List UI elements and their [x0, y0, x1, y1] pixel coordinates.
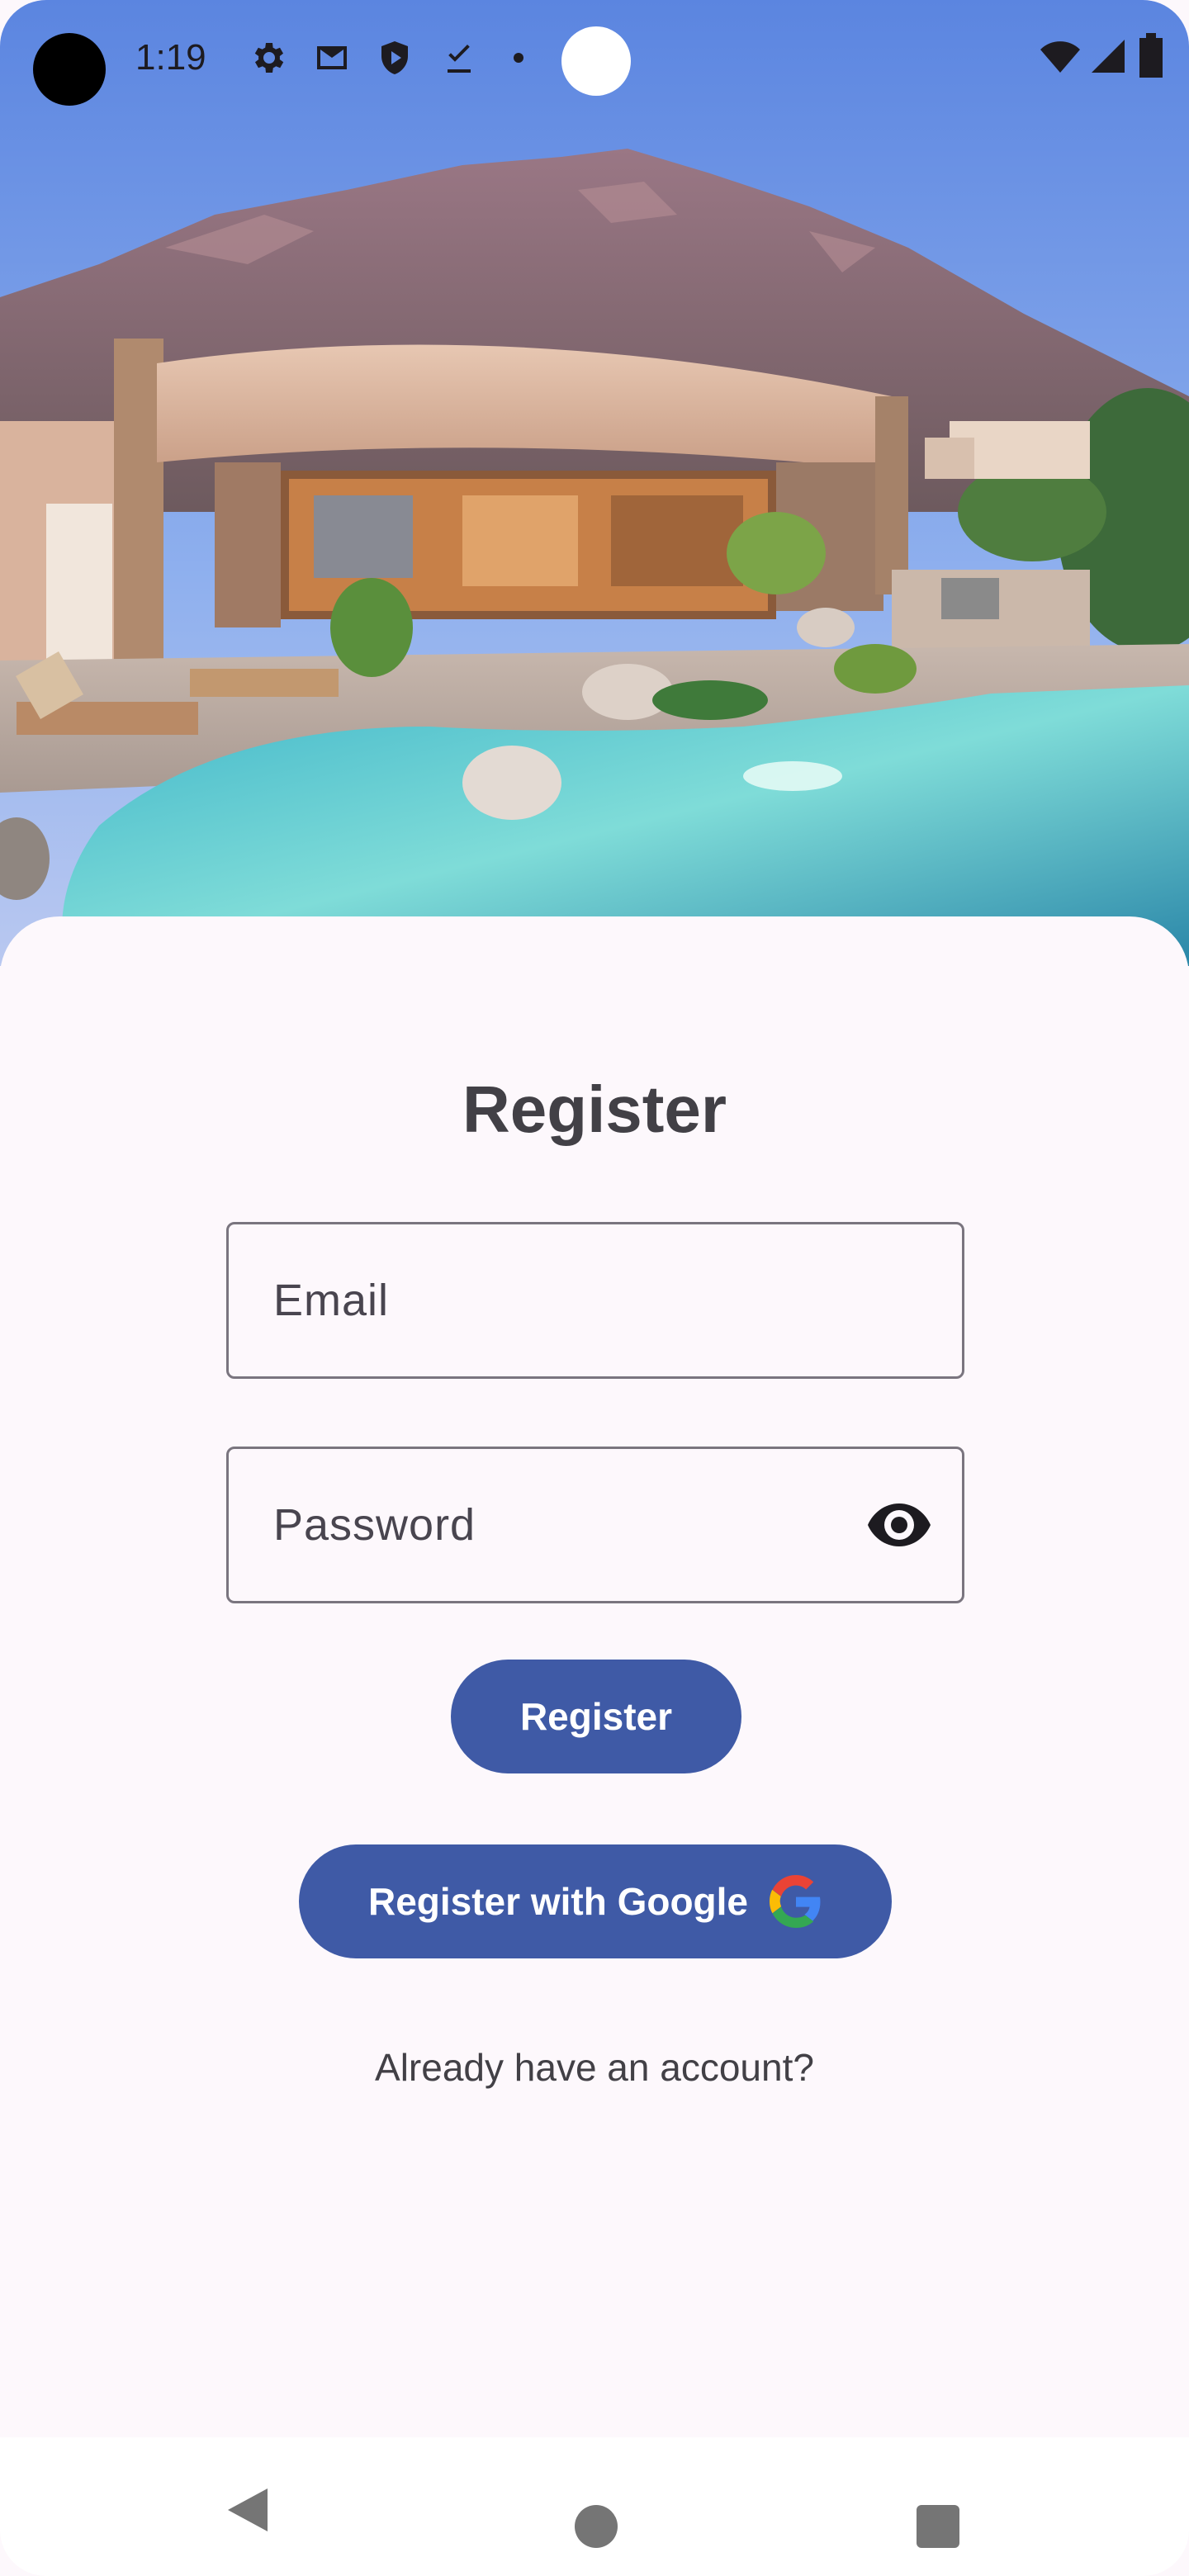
navigation-bar — [0, 2437, 1189, 2576]
eye-icon[interactable] — [866, 1500, 932, 1550]
register-with-google-button[interactable]: Register with Google — [299, 1844, 892, 1958]
home-icon[interactable] — [575, 2505, 618, 2548]
register-button[interactable]: Register — [451, 1660, 741, 1773]
gear-icon — [254, 43, 284, 73]
register-screen: 1:19 Register Email Register Register wi… — [0, 0, 1189, 2576]
hero-image — [0, 0, 1189, 966]
google-icon — [770, 1875, 821, 1928]
password-field[interactable] — [226, 1447, 964, 1603]
status-bar: 1:19 — [0, 0, 1189, 116]
status-time: 1:19 — [135, 37, 206, 78]
camera-cutout — [33, 33, 106, 106]
password-input[interactable] — [273, 1449, 851, 1601]
back-icon[interactable] — [225, 2485, 271, 2535]
login-link[interactable]: Already have an account? — [0, 2043, 1189, 2092]
shield-icon — [381, 41, 408, 74]
google-button-label: Register with Google — [367, 1880, 749, 1923]
signal-icon — [1092, 40, 1125, 73]
download-check-icon — [448, 45, 471, 73]
email-field[interactable] — [226, 1222, 964, 1379]
email-input[interactable] — [273, 1224, 851, 1376]
mail-icon — [317, 46, 347, 69]
battery-icon — [1139, 33, 1163, 78]
dot-icon — [514, 53, 523, 63]
page-title: Register — [462, 1073, 727, 1146]
indicator-dot — [561, 26, 631, 96]
wifi-icon — [1040, 41, 1080, 73]
recents-icon[interactable] — [917, 2505, 959, 2548]
